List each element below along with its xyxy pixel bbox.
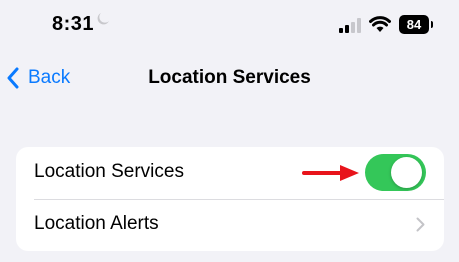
battery-level: 84 <box>406 17 422 32</box>
location-alerts-label: Location Alerts <box>34 213 159 234</box>
location-services-label: Location Services <box>34 161 184 182</box>
status-time: 8:31 <box>52 13 95 35</box>
settings-group: Location Services Location Alerts <box>16 147 444 251</box>
location-services-row: Location Services <box>16 147 444 199</box>
location-services-toggle[interactable] <box>365 154 426 191</box>
cellular-signal-icon <box>339 18 361 33</box>
red-arrow-icon <box>302 165 359 181</box>
page-title: Location Services <box>148 67 311 88</box>
location-alerts-row[interactable]: Location Alerts <box>16 199 444 251</box>
moon-icon <box>97 13 109 25</box>
toggle-knob <box>391 157 422 188</box>
status-bar: 8:31 84 <box>0 0 459 50</box>
battery-tip <box>431 21 433 28</box>
chevron-right-icon <box>416 217 425 232</box>
navigation-bar: Back Location Services <box>0 55 459 99</box>
battery-icon: 84 <box>399 15 429 34</box>
wifi-icon <box>369 16 391 32</box>
